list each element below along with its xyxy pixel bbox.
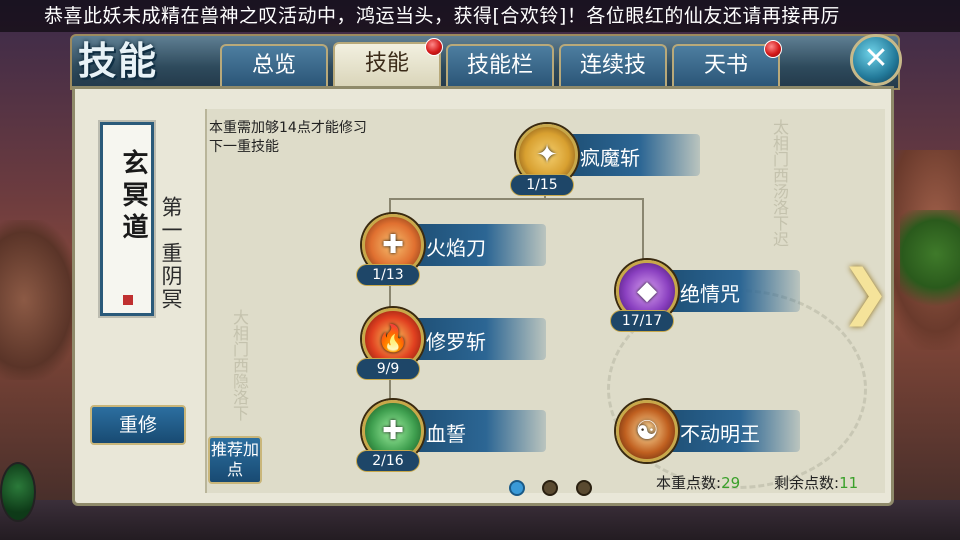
skill-level: 1/15	[510, 174, 574, 196]
tier-points-label: 本重点数:	[656, 474, 722, 492]
tab-label: 天书	[703, 53, 748, 78]
close-icon: ✕	[863, 41, 889, 76]
tab-label: 连续技	[579, 53, 646, 78]
close-button[interactable]: ✕	[850, 34, 902, 86]
skill-node-jueqingzhou[interactable]: 绝情咒 ◆ 17/17	[610, 254, 810, 332]
skill-level: 17/17	[610, 310, 674, 332]
tab-combo[interactable]: 连续技	[559, 44, 667, 86]
page-dot-active[interactable]	[509, 480, 525, 496]
skill-node-xiuluozhan[interactable]: 修罗斩 🔥 9/9	[356, 302, 556, 380]
skill-level: 2/16	[356, 450, 420, 472]
skill-name: 血誓	[426, 422, 466, 446]
tier-label: 第一重阴冥	[159, 196, 183, 311]
background-rock	[0, 220, 80, 380]
tab-heaven-book[interactable]: 天书	[672, 40, 782, 86]
remaining-points-label: 剩余点数:	[774, 474, 840, 492]
seal-stamp-icon	[123, 295, 133, 305]
tab-skill-bar[interactable]: 技能栏	[446, 44, 554, 86]
remaining-points-value: 11	[839, 474, 859, 492]
skill-name: 不动明王	[680, 422, 760, 446]
page-dot[interactable]	[542, 480, 558, 496]
tier-points: 本重点数:29	[656, 472, 740, 493]
next-page-arrow-icon[interactable]: ❯	[840, 262, 890, 326]
notification-dot-icon	[425, 38, 443, 56]
skill-node-xueshi[interactable]: 血誓 ✚ 2/16	[356, 394, 556, 472]
tier-points-value: 29	[721, 474, 741, 492]
path-name: 玄冥道	[118, 149, 148, 245]
tab-label: 技能栏	[466, 53, 533, 78]
background-ground	[0, 500, 960, 540]
tab-label: 技能	[364, 51, 409, 76]
warrior-icon: ☯	[616, 400, 678, 462]
tab-label: 总览	[251, 53, 296, 78]
skill-node-budongmingwang[interactable]: 不动明王 ☯	[610, 394, 810, 464]
notification-dot-icon	[764, 40, 782, 58]
window-title: 技能	[78, 38, 159, 83]
skill-name: 火焰刀	[426, 236, 486, 260]
tab-skills[interactable]: 技能	[333, 38, 443, 88]
skill-level: 9/9	[356, 358, 420, 380]
requirement-hint: 本重需加够14点才能修习下一重技能	[209, 120, 367, 155]
skill-level: 1/13	[356, 264, 420, 286]
path-scroll-card: 玄冥道	[98, 120, 156, 318]
page-dot[interactable]	[576, 480, 592, 496]
skill-name: 疯魔斩	[580, 146, 640, 170]
skill-name: 绝情咒	[680, 282, 740, 306]
tree-connector	[389, 198, 643, 200]
skill-node-huoyandao[interactable]: 火焰刀 ✚ 1/13	[356, 208, 556, 286]
skill-node-fengmozhan[interactable]: 疯魔斩 ✦ 1/15	[510, 118, 710, 196]
remaining-points: 剩余点数:11	[774, 472, 858, 493]
background-foliage	[900, 210, 960, 320]
skill-name: 修罗斩	[426, 330, 486, 354]
recommend-points-button[interactable]: 推荐加点	[208, 436, 262, 484]
system-notice-marquee: 恭喜此妖未成精在兽神之叹活动中，鸿运当头，获得[合欢铃]！各位眼红的仙友还请再接…	[0, 0, 960, 32]
tab-overview[interactable]: 总览	[220, 44, 328, 86]
tree-connector	[642, 198, 644, 262]
character-avatar[interactable]	[0, 462, 36, 522]
reset-skills-button[interactable]: 重修	[90, 405, 186, 445]
